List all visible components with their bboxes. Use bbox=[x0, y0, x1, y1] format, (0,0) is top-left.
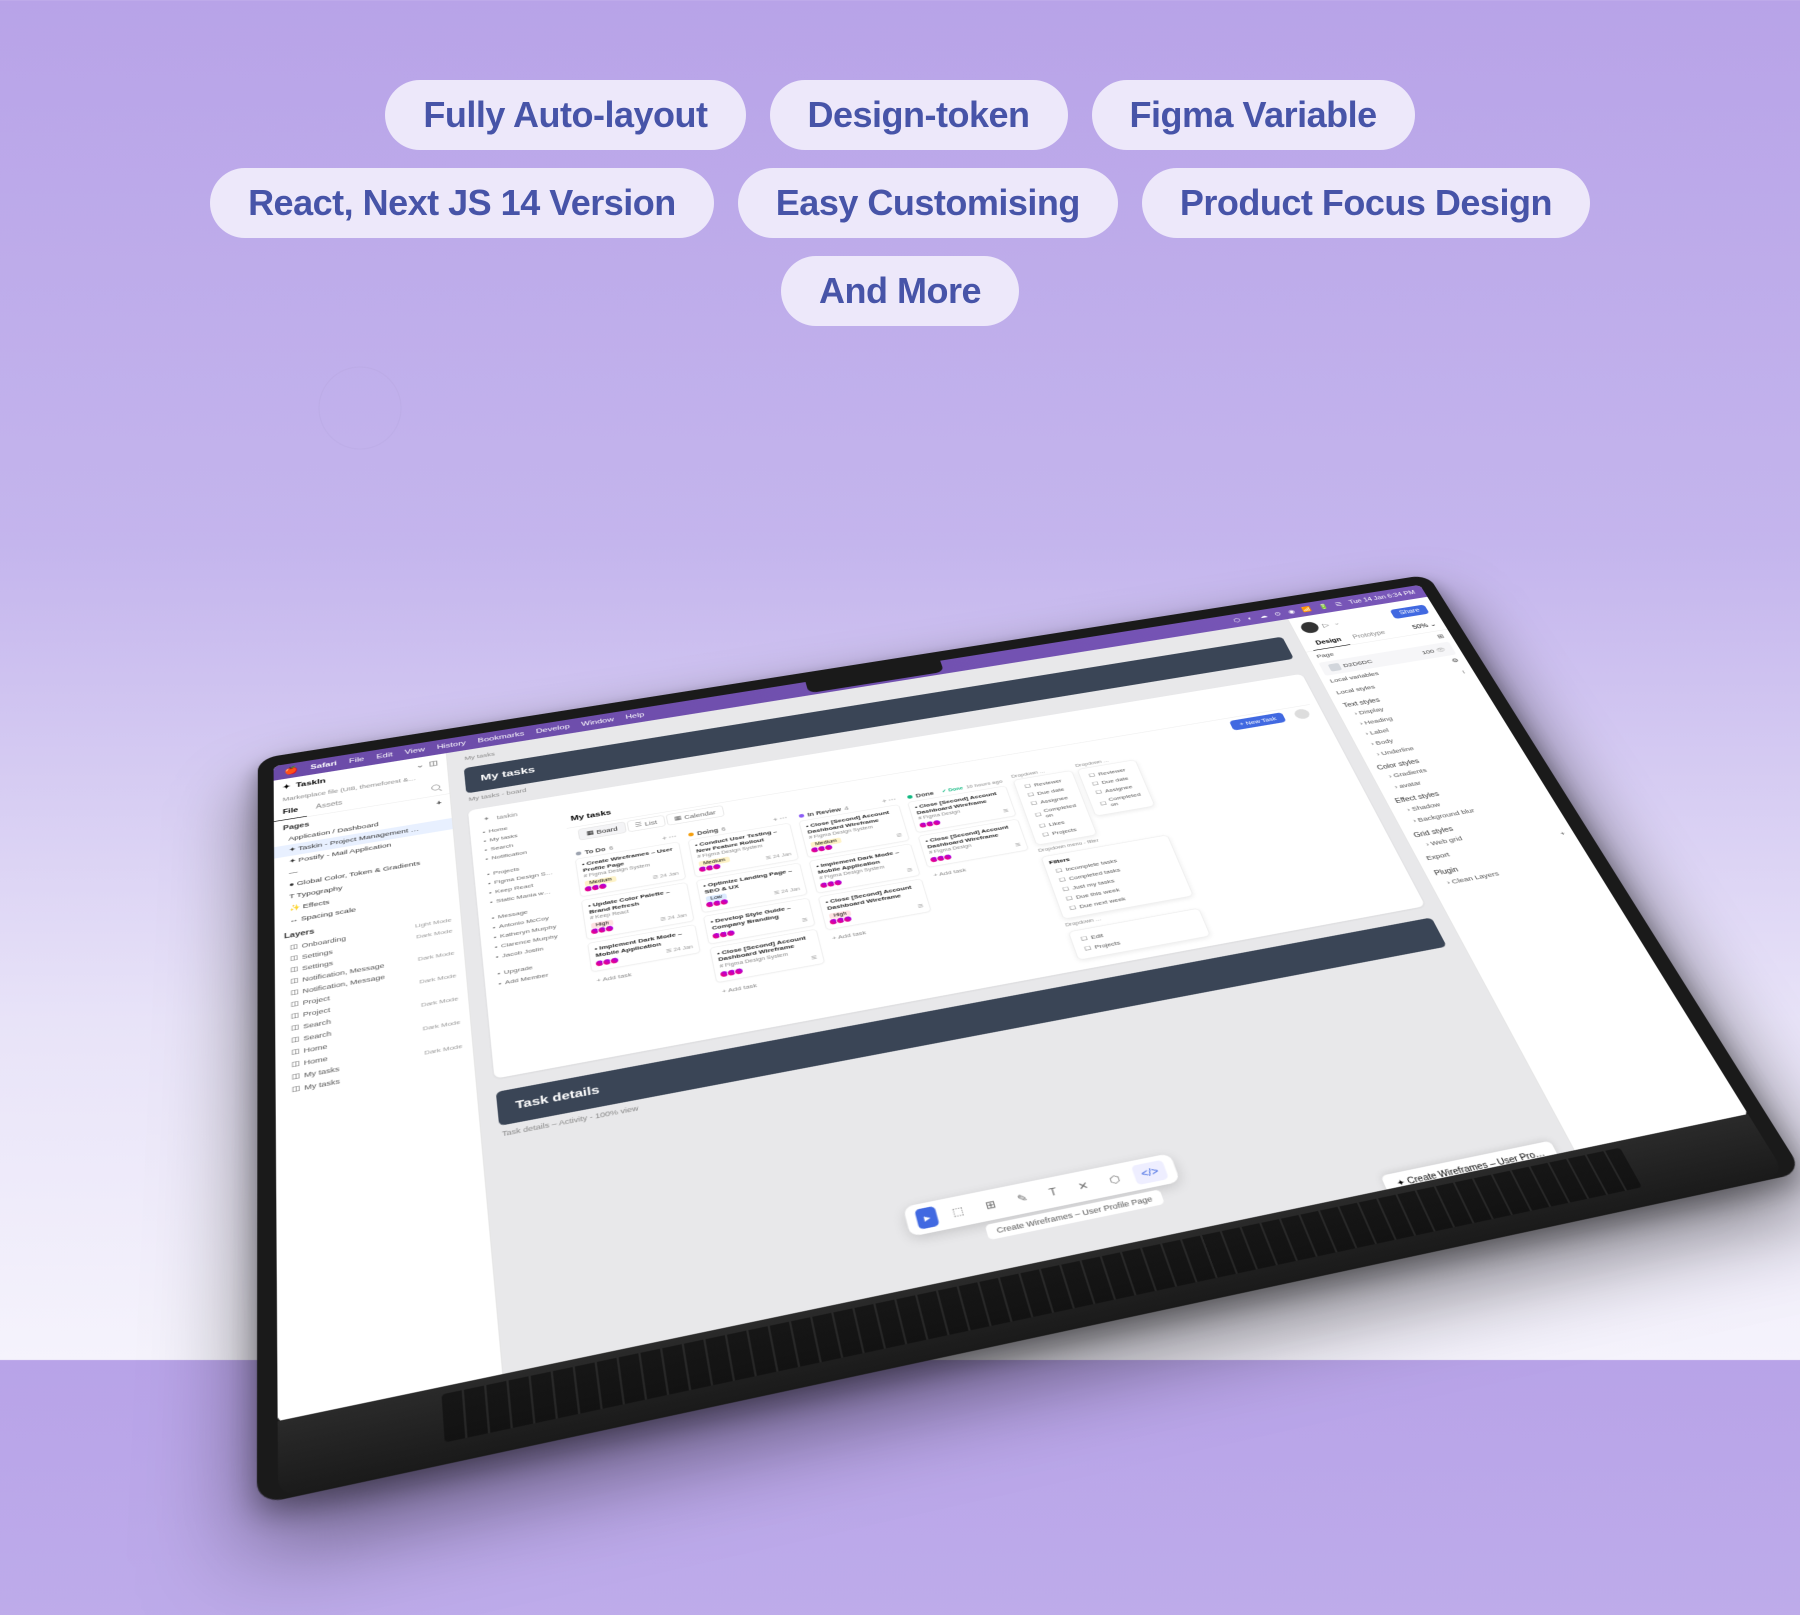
dropbox-icon[interactable]: ⬡ bbox=[1232, 617, 1241, 623]
menu-item[interactable]: Edit bbox=[376, 751, 393, 760]
tool-actions[interactable]: ⬡ bbox=[1100, 1168, 1131, 1192]
status-icon[interactable]: ⊙ bbox=[1273, 611, 1282, 617]
laptop-bezel: 🍎 Safari File Edit View History Bookmark… bbox=[257, 575, 1800, 1505]
dropdown-menu: ☐Edit☐Projects bbox=[1068, 908, 1211, 961]
file-title[interactable]: TaskIn bbox=[296, 777, 326, 789]
battery-icon[interactable]: 🔋 bbox=[1317, 603, 1329, 610]
status-icon[interactable]: ◐ bbox=[1246, 615, 1253, 621]
sort-icon[interactable]: ↕ bbox=[1460, 669, 1467, 675]
menu-item[interactable]: History bbox=[437, 740, 467, 751]
menu-item[interactable]: Window bbox=[581, 716, 615, 728]
tool-text[interactable]: T bbox=[1039, 1180, 1066, 1204]
settings-icon[interactable]: ⚙ bbox=[1450, 658, 1460, 665]
feature-pills: Fully Auto-layout Design-token Figma Var… bbox=[0, 80, 1800, 326]
page-label: Page bbox=[1315, 651, 1335, 659]
pill: Easy Customising bbox=[738, 168, 1118, 238]
present-icon[interactable]: ▷ bbox=[1321, 621, 1331, 628]
menu-item[interactable]: Help bbox=[625, 711, 645, 720]
board-column: Done✓ Done10 hours ago• Close [Second] A… bbox=[904, 777, 1034, 882]
figma-icon[interactable]: ◉ bbox=[1287, 609, 1296, 615]
opacity-value[interactable]: 100 👁 bbox=[1421, 646, 1447, 655]
pill: Product Focus Design bbox=[1142, 168, 1590, 238]
pill: React, Next JS 14 Version bbox=[210, 168, 714, 238]
tool-frame[interactable]: ⬚ bbox=[942, 1199, 973, 1224]
dropdown-menu: ☐Reviewer☐Due date☐Assignee☐Completed on bbox=[1077, 759, 1156, 816]
add-page-icon[interactable]: + bbox=[436, 800, 442, 807]
wifi-icon[interactable]: 📶 bbox=[1301, 606, 1313, 613]
search-icon[interactable] bbox=[431, 784, 440, 791]
variables-icon[interactable]: ⊞ bbox=[1436, 634, 1445, 640]
chevron-down-icon[interactable]: ⌄ bbox=[416, 761, 424, 769]
figma-logo-icon[interactable]: ✦ bbox=[282, 782, 290, 791]
control-center-icon[interactable]: ☰ bbox=[1334, 601, 1344, 607]
view-tab-list[interactable]: ☰ List bbox=[626, 815, 665, 832]
menu-item[interactable]: View bbox=[404, 746, 425, 756]
tool-move[interactable]: ▸ bbox=[914, 1206, 939, 1230]
chevron-down-icon[interactable]: ⌄ bbox=[1332, 620, 1341, 626]
menu-app[interactable]: Safari bbox=[310, 760, 337, 771]
pill: Figma Variable bbox=[1092, 80, 1415, 150]
share-button[interactable]: Share bbox=[1390, 604, 1430, 618]
menu-item[interactable]: File bbox=[349, 756, 365, 765]
tool-pen[interactable]: ✎ bbox=[1008, 1186, 1038, 1210]
export-heading[interactable]: Export bbox=[1425, 851, 1451, 862]
sidebar-toggle-icon[interactable]: ◫ bbox=[429, 759, 439, 768]
status-icon[interactable]: ☁ bbox=[1258, 613, 1268, 619]
apple-icon[interactable]: 🍎 bbox=[284, 765, 298, 776]
tool-shape[interactable]: ⊞ bbox=[976, 1193, 1006, 1217]
tool-dev[interactable]: </> bbox=[1131, 1160, 1168, 1185]
pill: Design-token bbox=[770, 80, 1068, 150]
pill: Fully Auto-layout bbox=[385, 80, 745, 150]
pill: And More bbox=[781, 256, 1019, 326]
avatar[interactable] bbox=[1299, 621, 1321, 634]
add-icon[interactable]: + bbox=[1559, 830, 1567, 837]
board-column: To Do6+ ⋯• Create Wireframes – User Prof… bbox=[573, 831, 703, 986]
app-brand: taskin bbox=[497, 811, 518, 820]
tool-comment[interactable]: ✕ bbox=[1068, 1174, 1098, 1198]
page-color-hex[interactable]: D2D6DC bbox=[1342, 658, 1374, 668]
avatar[interactable] bbox=[1292, 708, 1311, 720]
